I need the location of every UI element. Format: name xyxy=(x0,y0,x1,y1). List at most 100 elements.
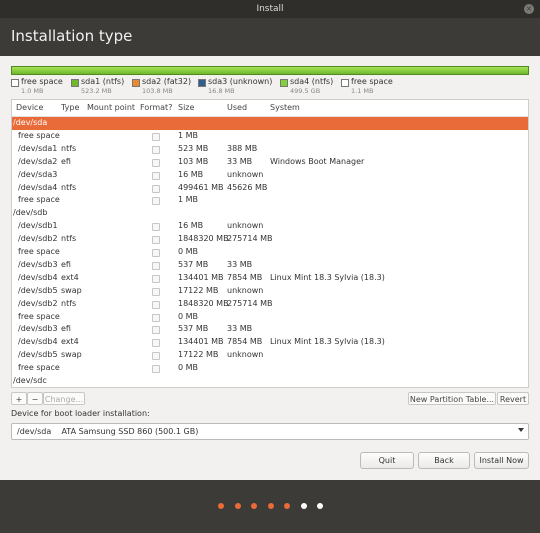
format-checkbox[interactable] xyxy=(152,261,160,270)
table-row[interactable]: /dev/sdb5 swap 17122 MB unknown xyxy=(12,349,528,362)
back-button[interactable]: Back xyxy=(418,452,470,469)
type-cell: swap xyxy=(61,350,82,360)
column-type[interactable]: Type xyxy=(61,103,79,112)
format-checkbox[interactable] xyxy=(152,287,160,296)
table-row[interactable]: /dev/sdb5 swap 17122 MB unknown xyxy=(12,285,528,298)
table-row[interactable]: free space 1 MB xyxy=(12,130,528,143)
progress-footer xyxy=(0,480,540,533)
format-checkbox[interactable] xyxy=(152,132,160,141)
table-row[interactable]: free space 1 MB xyxy=(12,194,528,207)
size-cell: 537 MB xyxy=(178,259,209,269)
table-row[interactable]: /dev/sdb2 ntfs 1848320 MB 275714 MB xyxy=(12,233,528,246)
type-cell: ext4 xyxy=(61,337,79,347)
partition-table[interactable]: Device Type Mount point Format? Size Use… xyxy=(11,99,529,388)
table-row[interactable]: /dev/sda xyxy=(12,117,528,130)
table-row[interactable]: /dev/sdb4 ext4 134401 MB 7854 MB Linux Mint … xyxy=(12,272,528,285)
size-cell: 537 MB xyxy=(178,324,209,334)
format-checkbox[interactable] xyxy=(152,145,160,154)
format-checkbox[interactable] xyxy=(152,197,160,206)
revert-button[interactable]: Revert xyxy=(497,392,529,405)
progress-dot xyxy=(251,503,257,509)
legend-swatch xyxy=(132,79,140,87)
type-cell: ntfs xyxy=(61,234,77,244)
table-row[interactable]: /dev/sdb3 efi 537 MB 33 MB xyxy=(12,259,528,272)
table-row[interactable]: /dev/sda1 ntfs 523 MB 388 MB xyxy=(12,143,528,156)
remove-partition-button[interactable]: − xyxy=(27,392,43,405)
device-cell: /dev/sdc xyxy=(13,376,47,385)
size-cell: 1 MB xyxy=(178,130,199,140)
legend-size: 523.2 MB xyxy=(81,87,112,95)
table-row[interactable]: free space 0 MB xyxy=(12,246,528,259)
column-format[interactable]: Format? xyxy=(140,103,172,112)
type-cell: swap xyxy=(61,285,82,295)
device-cell: /dev/sda3 xyxy=(18,169,58,179)
type-cell: ntfs xyxy=(61,143,77,153)
format-checkbox[interactable] xyxy=(152,236,160,245)
size-cell: 134401 MB xyxy=(178,272,224,282)
table-row[interactable]: /dev/sda4 ntfs 499461 MB 45626 MB xyxy=(12,182,528,195)
format-checkbox[interactable] xyxy=(152,274,160,283)
device-cell: /dev/sdb5 xyxy=(18,350,58,360)
size-cell: 17122 MB xyxy=(178,350,219,360)
device-cell: free space xyxy=(18,247,60,256)
table-row[interactable]: /dev/sdb1 16 MB unknown xyxy=(12,220,528,233)
change-partition-button[interactable]: Change... xyxy=(43,392,85,405)
device-cell: /dev/sda2 xyxy=(18,156,58,166)
format-checkbox[interactable] xyxy=(152,300,160,309)
used-cell: 7854 MB xyxy=(227,337,263,347)
format-checkbox[interactable] xyxy=(152,339,160,348)
size-cell: 499461 MB xyxy=(178,182,224,192)
bootloader-device-select[interactable]: /dev/sda ATA Samsung SSD 860 (500.1 GB) xyxy=(11,423,529,440)
close-icon[interactable]: × xyxy=(524,4,534,14)
table-row[interactable]: /dev/sdb2 ntfs 1848320 MB 275714 MB xyxy=(12,298,528,311)
type-cell: efi xyxy=(61,156,71,166)
install-now-button[interactable]: Install Now xyxy=(474,452,529,469)
used-cell: 33 MB xyxy=(227,259,253,269)
device-cell: /dev/sdb3 xyxy=(18,259,58,269)
type-cell: ext4 xyxy=(61,272,79,282)
table-row[interactable]: /dev/sda2 efi 103 MB 33 MB Windows Boot Mana… xyxy=(12,156,528,169)
size-cell: 134401 MB xyxy=(178,337,224,347)
format-checkbox[interactable] xyxy=(152,249,160,257)
page-header: Installation type xyxy=(0,18,540,56)
format-checkbox[interactable] xyxy=(152,171,160,180)
partition-legend: free space 1.0 MB sda1 (ntfs) 523.2 MB sda2 … xyxy=(11,77,531,98)
legend-size: 16.8 MB xyxy=(208,87,235,95)
table-row[interactable]: /dev/sdb xyxy=(12,207,528,220)
legend-swatch xyxy=(71,79,79,87)
table-row[interactable]: free space 0 MB xyxy=(12,362,528,375)
format-checkbox[interactable] xyxy=(152,158,160,167)
progress-dot xyxy=(317,503,323,509)
new-partition-table-button[interactable]: New Partition Table... xyxy=(408,392,496,405)
format-checkbox[interactable] xyxy=(152,313,160,322)
format-checkbox[interactable] xyxy=(152,184,160,193)
legend-swatch xyxy=(198,79,206,87)
size-cell: 16 MB xyxy=(178,221,204,231)
type-cell: ntfs xyxy=(61,298,77,308)
table-row[interactable]: /dev/sdb4 ext4 134401 MB 7854 MB Linux Mint … xyxy=(12,336,528,349)
column-used[interactable]: Used xyxy=(227,103,247,112)
column-device[interactable]: Device xyxy=(16,103,43,112)
format-checkbox[interactable] xyxy=(152,326,160,335)
column-size[interactable]: Size xyxy=(178,103,194,112)
format-checkbox[interactable] xyxy=(152,223,160,232)
column-mount-point[interactable]: Mount point xyxy=(87,103,135,112)
size-cell: 0 MB xyxy=(178,247,199,256)
device-cell: /dev/sdb2 xyxy=(18,234,58,244)
table-row[interactable]: /dev/sda3 16 MB unknown xyxy=(12,169,528,182)
type-cell: ntfs xyxy=(61,182,77,192)
quit-button[interactable]: Quit xyxy=(360,452,414,469)
used-cell: 33 MB xyxy=(227,156,253,166)
progress-dot xyxy=(234,503,241,509)
format-checkbox[interactable] xyxy=(152,365,160,374)
table-row[interactable]: /dev/sdb3 efi 537 MB 33 MB xyxy=(12,323,528,336)
size-cell: 103 MB xyxy=(178,156,209,166)
column-system[interactable]: System xyxy=(270,103,300,112)
progress-dot xyxy=(284,503,290,509)
format-checkbox[interactable] xyxy=(152,352,160,361)
table-row[interactable]: free space 0 MB xyxy=(12,311,528,324)
table-row[interactable]: /dev/sdc xyxy=(12,375,528,387)
add-partition-button[interactable]: + xyxy=(11,392,27,405)
legend-name: sda4 (ntfs) xyxy=(290,77,334,86)
device-cell: /dev/sdb2 xyxy=(18,298,58,308)
